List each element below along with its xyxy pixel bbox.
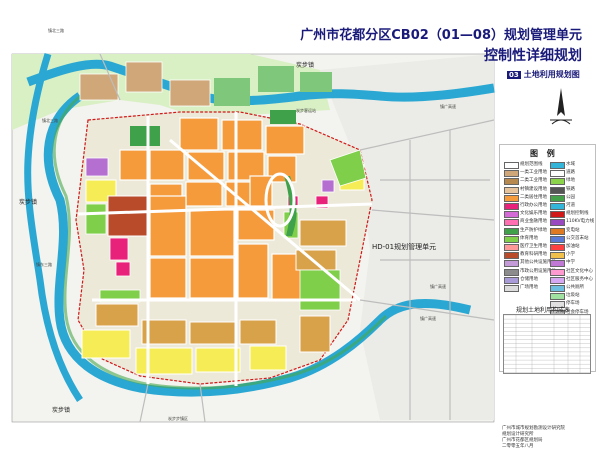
legend-swatch xyxy=(550,285,565,292)
legend-swatch xyxy=(504,211,519,219)
legend-swatch xyxy=(504,194,519,202)
legend-label: 垃圾站 xyxy=(566,293,580,299)
north-arrow-icon xyxy=(550,88,572,125)
legend-swatch xyxy=(504,170,519,178)
legend-label: 行政办公用地 xyxy=(520,203,547,208)
road-label-bottom-b: 镇广高速 xyxy=(420,316,436,321)
legend-label: 二类工业用地 xyxy=(520,178,547,184)
legend-label: 规划控制线 xyxy=(566,211,589,217)
legend-label: 村镇建设用地 xyxy=(520,186,547,192)
legend-swatch xyxy=(504,219,519,227)
legend-label: 变电站 xyxy=(566,227,580,233)
legend-swatch xyxy=(504,285,519,292)
legend-swatch xyxy=(550,211,565,219)
legend-label: 体育用地 xyxy=(520,235,538,241)
legend-swatch xyxy=(504,276,519,284)
legend-swatch xyxy=(550,260,565,268)
legend-label: 中学 xyxy=(566,260,575,266)
sheet-number: 03 xyxy=(507,71,521,79)
legend-swatch xyxy=(550,276,565,284)
legend-label: 公园 xyxy=(566,194,575,200)
legend-swatch xyxy=(550,235,565,243)
school-block xyxy=(107,195,149,237)
road-label-bottom-a: 镇广高速 xyxy=(430,284,446,289)
legend-label: 一类工业用地 xyxy=(520,170,547,176)
legend-label: 加油站 xyxy=(566,244,580,249)
legend-label: 生产防护绿地 xyxy=(520,227,547,233)
legend-swatch xyxy=(550,244,565,251)
road-label-left-a: 镇北三路 xyxy=(42,118,58,123)
legend-label: 医疗卫生用地 xyxy=(520,244,547,249)
map-subtitle: 控制性详细规划 xyxy=(484,48,582,64)
legend-swatch xyxy=(504,162,519,169)
legend-swatch xyxy=(550,268,565,276)
legend-swatch xyxy=(504,186,519,194)
legend-swatch xyxy=(550,293,565,301)
legend-swatch xyxy=(504,252,519,260)
legend-label: 规划范围线 xyxy=(520,162,543,167)
legend-swatch xyxy=(504,227,519,235)
legend-swatch xyxy=(550,203,565,210)
legend-label: 广场用地 xyxy=(520,285,538,290)
place-label-top: 炭步客运站 xyxy=(296,108,316,113)
legend-label: 商业金融用地 xyxy=(520,219,547,225)
map-sheet: 炭步镇 炭步镇 炭步镇 HD-01规划管理单元 镇北三路 镇北三路 镇东三路 镇… xyxy=(0,0,600,450)
legend-swatch xyxy=(504,268,519,276)
town-label-left: 炭步镇 xyxy=(19,199,38,206)
legend-label: 公共厕所 xyxy=(566,285,584,290)
legend-swatch xyxy=(550,252,565,260)
legend-swatch xyxy=(504,203,519,210)
legend-label: 110KV电力线 xyxy=(566,219,595,225)
road-label-top-left: 镇北三路 xyxy=(48,28,64,33)
place-label-bottom: 炭步步镇区 xyxy=(168,416,188,421)
legend-label: 社区文化中心 xyxy=(566,268,593,274)
legend-swatch xyxy=(550,219,565,227)
legend-label: 社区服务中心 xyxy=(566,276,593,282)
land-use-table xyxy=(503,314,591,374)
legend-swatch xyxy=(504,235,519,243)
legend-label: 仓储用地 xyxy=(520,276,538,282)
legend-label: 铁路 xyxy=(566,186,575,192)
legend-label: 道路 xyxy=(566,170,575,176)
legend-swatch xyxy=(504,244,519,251)
legend-label: 二类居住用地 xyxy=(520,194,547,200)
legend-label: 河道 xyxy=(566,203,575,208)
legend-label: 绿地 xyxy=(566,178,575,184)
legend-label: 教育科研用地 xyxy=(520,252,547,258)
town-label-top: 炭步镇 xyxy=(296,62,315,69)
legend-swatch xyxy=(550,194,565,202)
road-label-top-mid: 镇广高速 xyxy=(440,104,456,109)
legend-swatch xyxy=(550,170,565,178)
legend-label: 公交首末站 xyxy=(566,235,589,241)
legend-swatch xyxy=(550,227,565,235)
legend-swatch xyxy=(550,162,565,169)
road-label-left-b: 镇东三路 xyxy=(36,262,52,267)
footer: 广州市城市规划勘测设计研究院 规划设计研究所 广州市花都区规划局 二零零五年八月 xyxy=(502,426,565,450)
sheet-title: 土地利用规划图 xyxy=(523,70,580,79)
map-title: 广州市花都分区CB02（01—08）规划管理单元 xyxy=(300,28,582,43)
legend-swatch xyxy=(550,178,565,186)
legend-swatch xyxy=(504,260,519,268)
table-title: 规划土地利用构成表 xyxy=(516,307,571,314)
legend-swatch xyxy=(550,186,565,194)
town-label-bottom-left: 炭步镇 xyxy=(52,407,71,414)
legend-title: 图 例 xyxy=(530,149,558,158)
legend-swatch xyxy=(504,178,519,186)
legend-label: 水域 xyxy=(566,162,575,167)
legend-label: 小学 xyxy=(566,252,575,258)
sheet-title-row: 03 土地利用规划图 xyxy=(507,69,580,80)
legend-label: 文化娱乐用地 xyxy=(520,211,547,217)
unit-label: HD-01规划管理单元 xyxy=(372,243,437,251)
footer-line-4: 二零零五年八月 xyxy=(502,444,534,449)
